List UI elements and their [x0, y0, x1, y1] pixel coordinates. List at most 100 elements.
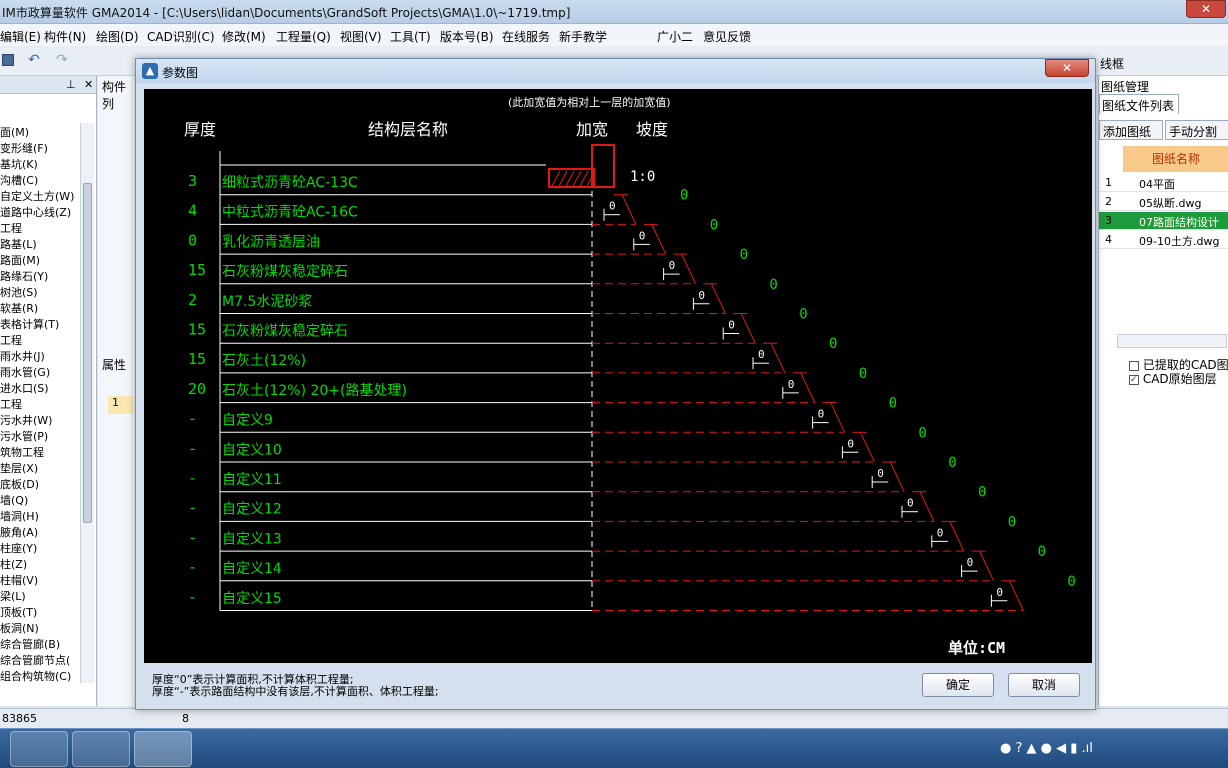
tree-item[interactable]: 软基(R) — [0, 300, 38, 316]
tree-item[interactable]: 综合管廊(B) — [0, 636, 60, 652]
scrollbar-thumb[interactable] — [83, 183, 92, 523]
layer-widen[interactable]: 0 — [847, 437, 854, 450]
cancel-button[interactable]: 取消 — [1008, 673, 1080, 697]
tree-item[interactable]: 沟槽(C) — [0, 172, 38, 188]
menu-feedback[interactable]: 意见反馈 — [703, 28, 751, 45]
component-tree-scrollbar[interactable] — [80, 123, 94, 683]
tree-item[interactable]: 顶板(T) — [0, 604, 37, 620]
tree-item[interactable]: 墙(Q) — [0, 492, 28, 508]
layer-name[interactable]: 自定义15 — [222, 591, 282, 607]
tree-item[interactable]: 污水管(P) — [0, 428, 48, 444]
tree-item[interactable]: 柱(Z) — [0, 556, 27, 572]
layer-slope[interactable]: 0 — [948, 455, 956, 471]
layer-widen[interactable]: 0 — [758, 348, 765, 361]
layer-slope[interactable]: 0 — [829, 336, 837, 352]
layer-name[interactable]: 自定义9 — [222, 413, 273, 429]
layer-original[interactable]: ✓ CAD原始图层 — [1129, 370, 1217, 387]
layer-name[interactable]: 石灰土(12%) 20+(路基处理) — [222, 382, 407, 399]
layer-name[interactable]: 自定义14 — [222, 561, 282, 577]
layer-name[interactable]: 石灰粉煤灰稳定碎石 — [222, 324, 348, 340]
layer-slope[interactable]: 0 — [889, 396, 897, 412]
menu-version[interactable]: 版本号(B) — [440, 28, 494, 45]
layer-widen[interactable]: 0 — [639, 229, 646, 242]
close-icon[interactable]: ✕ — [84, 78, 93, 91]
layer-slope[interactable]: 0 — [799, 307, 807, 323]
layer-slope[interactable]: 0 — [1067, 574, 1075, 590]
tree-item[interactable]: 进水口(S) — [0, 380, 49, 396]
layer-slope[interactable]: 0 — [740, 247, 748, 263]
drawing-row[interactable]: 2 05纵断.dwg — [1099, 193, 1228, 211]
menu-online[interactable]: 在线服务 — [502, 28, 550, 45]
tree-item[interactable]: 污水井(W) — [0, 412, 52, 428]
layer-widen[interactable]: 0 — [937, 526, 944, 539]
checkbox-checked-icon[interactable]: ✓ — [1129, 374, 1139, 385]
layer-slope[interactable]: 0 — [1008, 514, 1016, 530]
layer-widen[interactable]: 0 — [609, 200, 616, 213]
tree-item[interactable]: 基坑(K) — [0, 156, 38, 172]
layer-slope[interactable]: 0 — [918, 425, 926, 441]
menu-tutorial[interactable]: 新手教学 — [559, 28, 607, 45]
layer-thickness[interactable]: - — [188, 439, 197, 457]
layer-name[interactable]: M7.5水泥砂浆 — [222, 294, 312, 310]
drawing-row[interactable]: 1 04平面 — [1099, 174, 1228, 192]
taskbar-app-icon[interactable] — [72, 731, 130, 767]
tree-item[interactable]: 变形缝(F) — [0, 140, 48, 156]
tree-item[interactable]: 表格计算(T) — [0, 316, 59, 332]
property-row-number[interactable]: 1 — [108, 396, 133, 414]
tree-item[interactable]: 工程 — [0, 332, 22, 348]
layer-thickness[interactable]: 2 — [188, 291, 197, 309]
layer-name[interactable]: 石灰粉煤灰稳定碎石 — [222, 264, 348, 280]
layer-slope[interactable]: 0 — [680, 188, 688, 204]
menu-guangxiaoer[interactable]: 广小二 — [657, 28, 693, 45]
layer-name[interactable]: 自定义11 — [222, 472, 282, 488]
layer-slope[interactable]: 0 — [978, 485, 986, 501]
tree-item[interactable]: 树池(S) — [0, 284, 38, 300]
layer-name[interactable]: 细粒式沥青砼AC-13C — [222, 175, 358, 191]
tree-item[interactable]: 工程 — [0, 396, 22, 412]
save-icon[interactable] — [2, 54, 14, 66]
layer-widen[interactable]: 0 — [669, 259, 676, 272]
layer-slope[interactable]: 0 — [1038, 544, 1046, 560]
layer-name[interactable]: 自定义13 — [222, 531, 282, 547]
tree-item[interactable]: 雨水管(G) — [0, 364, 50, 380]
tree-item[interactable]: 柱座(Y) — [0, 540, 37, 556]
drawing-row[interactable]: 3 07路面结构设计 — [1099, 212, 1228, 230]
window-close-button[interactable]: ✕ — [1186, 0, 1226, 18]
tree-item[interactable]: 垫层(X) — [0, 460, 38, 476]
drawing-row[interactable]: 4 09-10土方.dwg — [1099, 231, 1228, 249]
tree-item[interactable]: 板洞(N) — [0, 620, 39, 636]
layer-thickness[interactable]: 3 — [188, 172, 197, 190]
layer-widen[interactable]: 0 — [728, 319, 735, 332]
layer-thickness[interactable]: - — [188, 469, 197, 487]
tree-item[interactable]: 梁(L) — [0, 588, 26, 604]
manual-split-button[interactable]: 手动分割 — [1165, 120, 1228, 140]
layer-widen[interactable]: 0 — [967, 556, 974, 569]
layer-widen[interactable]: 0 — [698, 289, 705, 302]
layer-widen[interactable]: 0 — [818, 408, 825, 421]
taskbar-gma-icon[interactable] — [134, 731, 192, 767]
layer-slope[interactable]: 0 — [769, 277, 777, 293]
drawing-list-scrollbar[interactable] — [1117, 334, 1227, 348]
layer-thickness[interactable]: 15 — [188, 350, 206, 368]
undo-icon[interactable]: ↶ — [28, 52, 50, 68]
layer-thickness[interactable]: - — [188, 528, 197, 546]
tree-item[interactable]: 雨水井(J) — [0, 348, 45, 364]
layer-thickness[interactable]: 4 — [188, 202, 197, 220]
menu-tools[interactable]: 工具(T) — [390, 28, 431, 45]
layer-thickness[interactable]: - — [188, 499, 197, 517]
menu-modify[interactable]: 修改(M) — [222, 28, 266, 45]
tree-item[interactable]: 路基(L) — [0, 236, 37, 252]
tree-item[interactable]: 面(M) — [0, 124, 29, 140]
tree-item[interactable]: 组合构筑物(C) — [0, 668, 71, 684]
layer-name[interactable]: 自定义10 — [222, 442, 282, 458]
dialog-close-button[interactable]: ✕ — [1045, 59, 1089, 77]
add-drawing-button[interactable]: 添加图纸 — [1099, 120, 1163, 140]
layer-widen[interactable]: 0 — [996, 586, 1003, 599]
menu-draw[interactable]: 绘图(D) — [96, 28, 139, 45]
layer-slope[interactable]: 0 — [859, 366, 867, 382]
tree-item[interactable]: 工程 — [0, 220, 22, 236]
tree-item[interactable]: 腋角(A) — [0, 524, 38, 540]
menu-edit[interactable]: 编辑(E) — [0, 28, 41, 45]
layer-thickness[interactable]: 20 — [188, 380, 206, 398]
layer-thickness[interactable]: - — [188, 588, 197, 606]
